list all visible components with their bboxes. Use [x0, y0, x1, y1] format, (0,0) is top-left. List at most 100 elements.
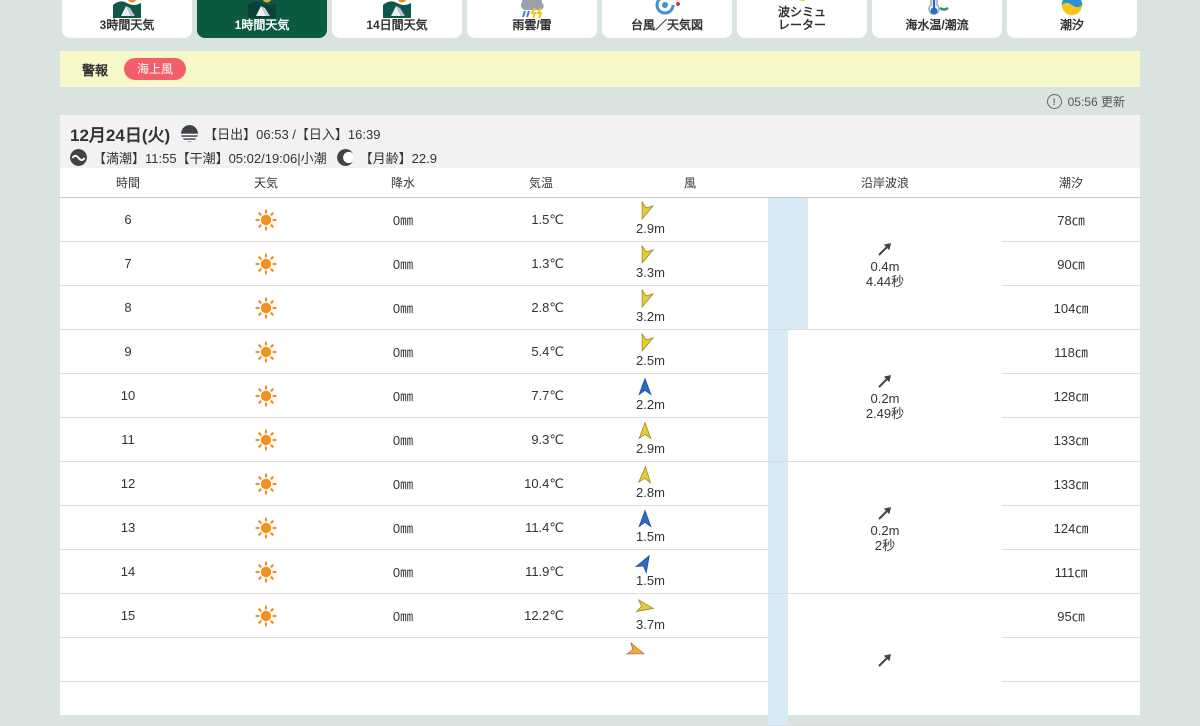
sunny-icon: [255, 340, 277, 363]
tab-label: 1時間天気: [234, 18, 290, 32]
wind-cell: 1.5m: [612, 550, 768, 593]
wind-direction-arrow-icon: [642, 244, 655, 264]
sunny-icon: [255, 560, 277, 583]
wind-direction-arrow-icon: [642, 200, 655, 220]
weather-cell: [196, 286, 336, 329]
wave-direction-ne-arrow-icon: [878, 242, 891, 256]
tab-label: 波シミュレーター: [777, 5, 826, 32]
update-time: ! 05:56 更新: [1046, 93, 1125, 110]
temp-cell: 1.5℃: [531, 211, 564, 227]
tab-radar-lightning[interactable]: 雨雲/雷: [467, 0, 597, 38]
wave-height-bar: [768, 198, 808, 329]
tab-typhoon-chart[interactable]: 台風／天気図: [602, 0, 732, 38]
table-row: 12 0㎜ 10.4℃ 2.8m: [60, 462, 768, 506]
tide-cell: 124㎝: [1002, 506, 1140, 550]
sunny-icon: [255, 472, 277, 495]
update-time-text: 05:56 更新: [1067, 95, 1125, 109]
wave-group: 0.2m 2秒: [768, 462, 1002, 594]
time-cell: 12: [120, 476, 136, 491]
col-header-coastal-wave: 沿岸波浪: [860, 176, 909, 190]
wind-direction-arrow-icon: [638, 377, 653, 396]
sunny-icon: [255, 604, 277, 627]
col-header-time: 時間: [115, 176, 140, 190]
table-row: 13 0㎜ 11.4℃ 1.5m: [60, 506, 768, 550]
wind-speed: 2.2m: [636, 397, 665, 412]
wind-cell: 2.2m: [612, 374, 768, 417]
col-header-precip: 降水: [390, 176, 415, 190]
precip-cell: 0㎜: [392, 213, 414, 228]
time-cell: 8: [124, 300, 132, 315]
wave-height-bar: [768, 462, 788, 593]
temp-cell: 9.3℃: [531, 431, 564, 447]
wave-period: 2.49秒: [865, 405, 905, 421]
weather-brand-icon: [383, 0, 411, 18]
wave-group-partial: [768, 594, 1002, 726]
wind-direction-arrow-icon: [638, 509, 653, 528]
col-header-tide: 潮汐: [1058, 176, 1083, 190]
tab-wave-simulator[interactable]: 波シミュレーター: [737, 0, 867, 38]
weather-cell: [196, 594, 336, 637]
tide-icon: [1059, 0, 1085, 18]
precip-cell: 0㎜: [392, 257, 414, 272]
weather-cell: [196, 418, 336, 461]
wave-height: 0.2m: [870, 522, 900, 538]
tab-bar: 3時間天気 1時間天気 14日間天気 雨雲/雷 台風／天気図 波シミュレーター: [62, 0, 1137, 38]
table-body: 6 0㎜ 1.5℃ 2.9m 7 0㎜ 1.3℃ 3.3m 8 0㎜ 2.8℃ …: [60, 198, 1140, 726]
wind-direction-arrow-icon: [625, 641, 645, 655]
wave-height-bar: [768, 594, 788, 725]
rain-cloud-lightning-icon: [518, 0, 546, 18]
wind-speed: 1.5m: [636, 529, 665, 544]
tab-14day-weather[interactable]: 14日間天気: [332, 0, 462, 38]
tide-cell: 90㎝: [1002, 242, 1140, 286]
wave-direction-ne-arrow-icon: [878, 653, 891, 667]
wind-direction-arrow-icon: [638, 465, 652, 484]
temp-cell: [470, 638, 612, 681]
time-cell: 7: [124, 256, 132, 271]
temp-cell: 1.3℃: [531, 255, 564, 271]
tab-1hour-weather[interactable]: 1時間天気: [197, 0, 327, 38]
time-cell: 9: [124, 344, 132, 359]
hourly-rows: 6 0㎜ 1.5℃ 2.9m 7 0㎜ 1.3℃ 3.3m 8 0㎜ 2.8℃ …: [60, 198, 768, 726]
wave-height-bar: [768, 330, 788, 461]
precip-cell: 0㎜: [392, 345, 414, 360]
precip-cell: 0㎜: [392, 389, 414, 404]
wind-speed: 2.8m: [636, 485, 665, 500]
wave-direction-ne-arrow-icon: [878, 506, 891, 520]
weather-cell: [196, 550, 336, 593]
time-cell: 14: [120, 564, 136, 579]
weather-brand-icon: [248, 0, 276, 18]
sunrise-icon: [181, 125, 199, 142]
wave-group: 0.4m 4.44秒: [768, 198, 1002, 330]
forecast-card: 12月24日(火) 【日出】06:53 /【日入】16:39 【満潮】11:55…: [60, 115, 1140, 726]
temp-cell: 10.4℃: [524, 475, 564, 491]
wind-cell: 3.7m: [612, 594, 768, 637]
info-icon: !: [1046, 94, 1062, 109]
wind-cell: 2.8m: [612, 462, 768, 505]
tab-sea-temp-current[interactable]: 海水温/潮流: [872, 0, 1002, 38]
table-row: 6 0㎜ 1.5℃ 2.9m: [60, 198, 768, 242]
moon-phase-icon: [336, 149, 354, 166]
wind-cell: 3.3m: [612, 242, 768, 285]
tide-cell: 104㎝: [1002, 286, 1140, 330]
tide-times: 【満潮】11:55【干潮】05:02/19:06|小潮: [93, 151, 327, 166]
col-header-wind: 風: [683, 176, 696, 190]
wind-direction-arrow-icon: [635, 598, 655, 613]
table-row: 7 0㎜ 1.3℃ 3.3m: [60, 242, 768, 286]
tab-label: 海水温/潮流: [905, 18, 969, 32]
wave-group: 0.2m 2.49秒: [768, 330, 1002, 462]
tab-3hour-weather[interactable]: 3時間天気: [62, 0, 192, 38]
wind-cell: 2.5m: [612, 330, 768, 373]
tab-tide[interactable]: 潮汐: [1007, 0, 1137, 38]
wind-cell: 2.9m: [612, 198, 768, 241]
date-header: 12月24日(火) 【日出】06:53 /【日入】16:39 【満潮】11:55…: [60, 115, 1140, 168]
warning-badge-sea-wind[interactable]: 海上風: [124, 58, 187, 80]
precip-cell: 0㎜: [392, 609, 414, 624]
sunny-icon: [255, 208, 277, 231]
weather-brand-icon: [113, 0, 141, 18]
coastal-wave-column: 0.4m 4.44秒 0.2m 2.49秒 0.2m 2秒: [768, 198, 1002, 726]
tab-label: 3時間天気: [99, 18, 155, 32]
tab-label: 潮汐: [1059, 18, 1084, 32]
wind-direction-arrow-icon: [642, 332, 655, 352]
tide-cell: 111㎝: [1002, 550, 1140, 594]
typhoon-icon: [653, 0, 681, 18]
